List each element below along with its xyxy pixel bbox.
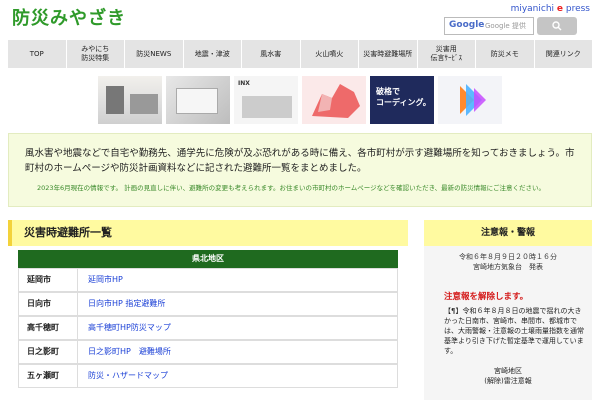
nav-earthquake[interactable]: 地震・津波 [184, 40, 242, 68]
search-icon [552, 21, 562, 31]
table-row: 五ヶ瀬町 防災・ハザードマップ [18, 364, 398, 388]
city-link[interactable]: 高千穂町HP防災マップ [77, 317, 388, 339]
alert-text: 注意報を解除します。 [444, 292, 529, 302]
ad-banner[interactable] [302, 76, 366, 124]
alert-body: 【¶】令和６年８月８日の地震で揺れの大きかった日南市、宮崎市、串間市、都城市では… [444, 307, 584, 355]
table-row: 延岡市 延岡市HP [18, 268, 398, 292]
notice-subtext: 2023年6月現在の情報です。 計画の見直しに伴い、避難所の変更も考えられます。… [37, 184, 546, 192]
nav-message[interactable]: 災害用 伝言ｻｰﾋﾞｽ [418, 40, 476, 68]
ad-image [242, 96, 292, 118]
sofa-shape [106, 86, 124, 114]
ad-banner[interactable] [166, 76, 230, 124]
table-row: 日向市 日向市HP 指定避難所 [18, 292, 398, 316]
nav-volcano[interactable]: 火山噴火 [301, 40, 359, 68]
city-name: 高千穂町 [27, 323, 59, 332]
table-row: 日之影町 日之影町HP 避難場所 [18, 340, 398, 364]
ad-banner[interactable]: 破格で コーディング。 [370, 76, 434, 124]
warnings-panel: 注意報・警報 令和６年８月９日２０時１６分 宮崎地方気象台 発表 注意報を解除し… [424, 220, 592, 400]
nav-shelter[interactable]: 災害時避難場所 [359, 40, 418, 68]
brand-link[interactable]: miyanichi e press [511, 4, 590, 14]
nav-flood[interactable]: 風水害 [242, 40, 301, 68]
search-input[interactable]: Google Google 提供 [444, 17, 534, 35]
sofa-shape [130, 94, 158, 114]
nav-news[interactable]: 防災NEWS [125, 40, 184, 68]
region-header: 県北地区 [18, 250, 398, 268]
ad-banner[interactable] [438, 76, 502, 124]
ad-banner[interactable]: INX [234, 76, 298, 124]
city-link[interactable]: 防災・ハザードマップ [77, 365, 388, 387]
nav-special[interactable]: みやにち 防災特集 [67, 40, 125, 68]
ad-text: INX [238, 80, 250, 87]
site-logo[interactable]: 防災みやざき [12, 4, 126, 30]
ad-text: 破格で コーディング。 [376, 87, 431, 107]
map-icon [312, 84, 360, 118]
brand-prefix: miyanichi [510, 4, 557, 14]
ad-banner[interactable] [98, 76, 162, 124]
city-name: 日之影町 [27, 347, 59, 356]
table-row: 高千穂町 高千穂町HP防災マップ [18, 316, 398, 340]
screen-shape [176, 88, 218, 114]
app-logo-icon [460, 84, 486, 116]
city-link[interactable]: 延岡市HP [77, 269, 388, 291]
nav-top[interactable]: TOP [8, 40, 67, 68]
panel-title: 注意報・警報 [424, 220, 592, 246]
city-name: 延岡市 [27, 275, 51, 284]
nav-links[interactable]: 関連リンク [535, 40, 593, 68]
city-name: 日向市 [27, 299, 51, 308]
ad-banner-row: INX 破格で コーディング。 [98, 76, 502, 124]
google-logo: Google [449, 20, 485, 30]
city-link[interactable]: 日向市HP 指定避難所 [77, 293, 388, 315]
search-placeholder: Google 提供 [485, 22, 526, 30]
panel-title: 災害時避難所一覧 [8, 220, 408, 246]
issued-time: 令和６年８月９日２０時１６分 宮崎地方気象台 発表 [459, 253, 557, 271]
notice-text: 風水害や地震などで自宅や勤務先、通学先に危険が及ぶ恐れがある時に備え、各市町村が… [25, 148, 575, 174]
city-name: 五ヶ瀬町 [27, 371, 59, 380]
area-warning: 宮崎地区 (解除)雷注意報 [484, 367, 532, 385]
info-notice: 風水害や地震などで自宅や勤務先、通学先に危険が及ぶ恐れがある時に備え、各市町村が… [8, 133, 592, 207]
brand-suffix: press [563, 4, 590, 14]
search-button[interactable] [537, 17, 577, 35]
shelter-list-panel: 災害時避難所一覧 県北地区 延岡市 延岡市HP 日向市 日向市HP 指定避難所 … [8, 220, 408, 400]
main-nav: TOP みやにち 防災特集 防災NEWS 地震・津波 風水害 火山噴火 災害時避… [8, 40, 592, 68]
city-link[interactable]: 日之影町HP 避難場所 [77, 341, 388, 363]
nav-memo[interactable]: 防災メモ [476, 40, 535, 68]
